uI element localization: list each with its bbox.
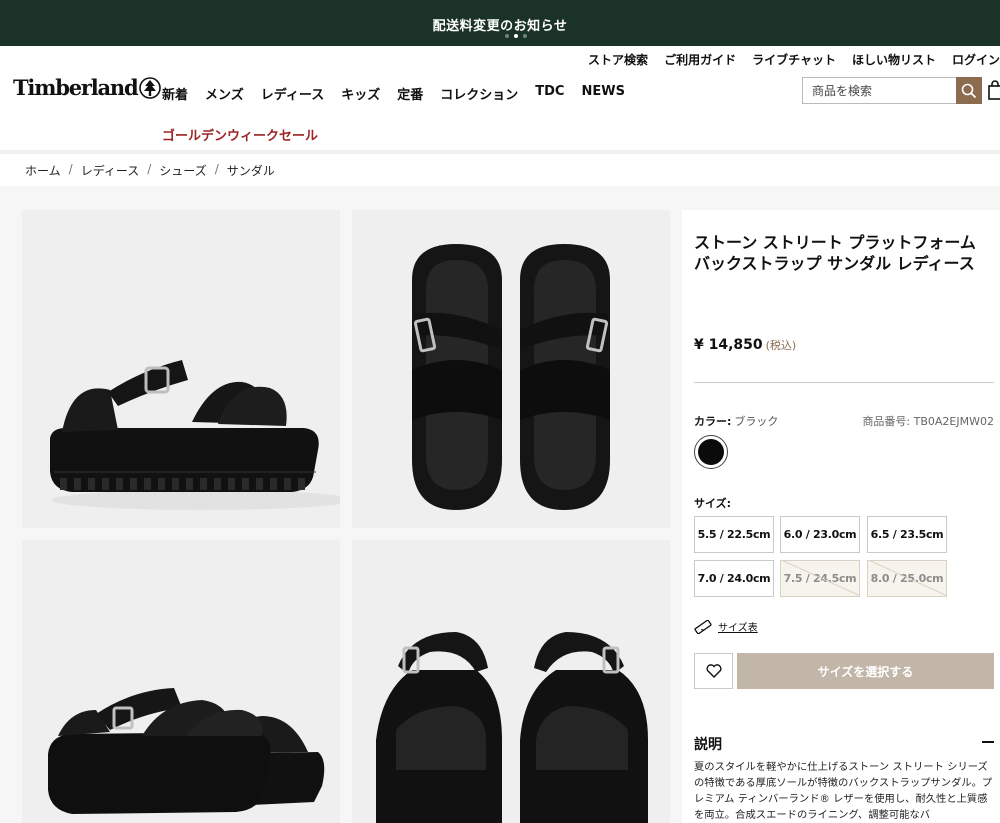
wishlist-button[interactable] (694, 653, 733, 689)
size-label: サイズ: (694, 497, 732, 510)
carousel-dot[interactable] (505, 34, 509, 38)
breadcrumb-home[interactable]: ホーム (25, 162, 61, 179)
select-size-button[interactable]: サイズを選択する (737, 653, 994, 689)
description-text: 夏のスタイルを軽やかに仕上げるストーン ストリート シリーズの特徴である厚底ソー… (694, 761, 993, 821)
header-divider (0, 150, 1000, 154)
breadcrumb: ホーム / レディース / シューズ / サンダル (25, 162, 275, 179)
search-box (802, 77, 982, 104)
breadcrumb-separator: / (68, 162, 73, 176)
product-image-angle[interactable] (22, 540, 340, 823)
util-store-search[interactable]: ストア検索 (588, 51, 648, 68)
nav-new[interactable]: 新着 (162, 84, 188, 103)
nav-tdc[interactable]: TDC (535, 84, 564, 103)
nav-sale[interactable]: ゴールデンウィークセール (162, 125, 318, 144)
heart-icon (705, 664, 722, 678)
sandal-back-illustration (376, 632, 648, 823)
product-image-back[interactable] (352, 540, 670, 823)
sandal-angle-illustration (48, 688, 325, 814)
color-swatch-black[interactable] (694, 435, 728, 469)
product-image-side[interactable] (22, 210, 340, 528)
util-wishlist[interactable]: ほしい物リスト (852, 51, 936, 68)
search-icon (961, 83, 977, 98)
announcement-text[interactable]: 配送料変更のお知らせ (0, 15, 1000, 34)
product-title: ストーン ストリート プラットフォーム バックストラップ サンダル レディース (694, 233, 976, 273)
util-login[interactable]: ログイン (952, 51, 1000, 68)
cart-button[interactable] (988, 80, 1000, 104)
ruler-icon (694, 619, 712, 634)
breadcrumb-ladies[interactable]: レディース (81, 162, 140, 179)
size-option[interactable]: 6.0 / 23.0cm (780, 516, 860, 553)
breadcrumb-separator: / (214, 162, 219, 176)
tree-logo-icon (139, 76, 162, 99)
main-nav: 新着 メンズ レディース キッズ 定番 コレクション TDC NEWS (162, 84, 625, 103)
product-price: ¥ 14,850 (税込) (694, 337, 796, 353)
util-guide[interactable]: ご利用ガイド (664, 51, 736, 68)
size-guide-text: サイズ表 (718, 623, 758, 634)
carousel-dots (505, 34, 527, 38)
color-label: カラー: ブラック (694, 413, 778, 429)
description-heading[interactable]: 説明 (694, 734, 722, 754)
brand-logo[interactable]: Timberland (13, 75, 162, 100)
nav-news[interactable]: NEWS (581, 84, 624, 103)
product-sku: 商品番号: TB0A2EJMW02 (862, 415, 994, 428)
utility-nav: ストア検索 ご利用ガイド ライブチャット ほしい物リスト ログイン (588, 51, 1000, 68)
brand-wordmark: Timberland (13, 75, 139, 100)
carousel-dot-active[interactable] (514, 34, 518, 38)
collapse-icon[interactable] (982, 741, 994, 743)
search-button[interactable] (956, 77, 982, 104)
sandal-top-illustration (412, 244, 610, 510)
nav-ladies[interactable]: レディース (261, 84, 324, 103)
shopping-bag-icon (988, 80, 1000, 100)
size-option[interactable]: 7.0 / 24.0cm (694, 560, 774, 597)
nav-collection[interactable]: コレクション (440, 84, 518, 103)
tax-note: (税込) (765, 339, 797, 352)
size-option[interactable]: 5.5 / 22.5cm (694, 516, 774, 553)
size-guide-link[interactable]: サイズ表 (694, 619, 758, 634)
size-option[interactable]: 6.5 / 23.5cm (867, 516, 947, 553)
carousel-dot[interactable] (523, 34, 527, 38)
breadcrumb-sandals[interactable]: サンダル (227, 162, 275, 179)
color-value: ブラック (734, 415, 779, 428)
breadcrumb-shoes[interactable]: シューズ (159, 162, 206, 179)
size-option-unavailable[interactable]: 7.5 / 24.5cm (780, 560, 860, 597)
announcement-bar[interactable]: 配送料変更のお知らせ (0, 0, 1000, 46)
color-label-text: カラー: (694, 415, 732, 428)
util-live-chat[interactable]: ライブチャット (752, 51, 836, 68)
swatch-fill (698, 439, 724, 465)
size-option-unavailable[interactable]: 8.0 / 25.0cm (867, 560, 947, 597)
breadcrumb-separator: / (147, 162, 152, 176)
nav-mens[interactable]: メンズ (205, 84, 244, 103)
price-value: ¥ 14,850 (694, 337, 763, 353)
price-divider (694, 382, 994, 383)
nav-classics[interactable]: 定番 (397, 84, 423, 103)
nav-kids[interactable]: キッズ (341, 84, 380, 103)
product-image-top[interactable] (352, 210, 670, 528)
sandal-side-illustration (50, 360, 340, 510)
search-input[interactable] (803, 78, 953, 103)
